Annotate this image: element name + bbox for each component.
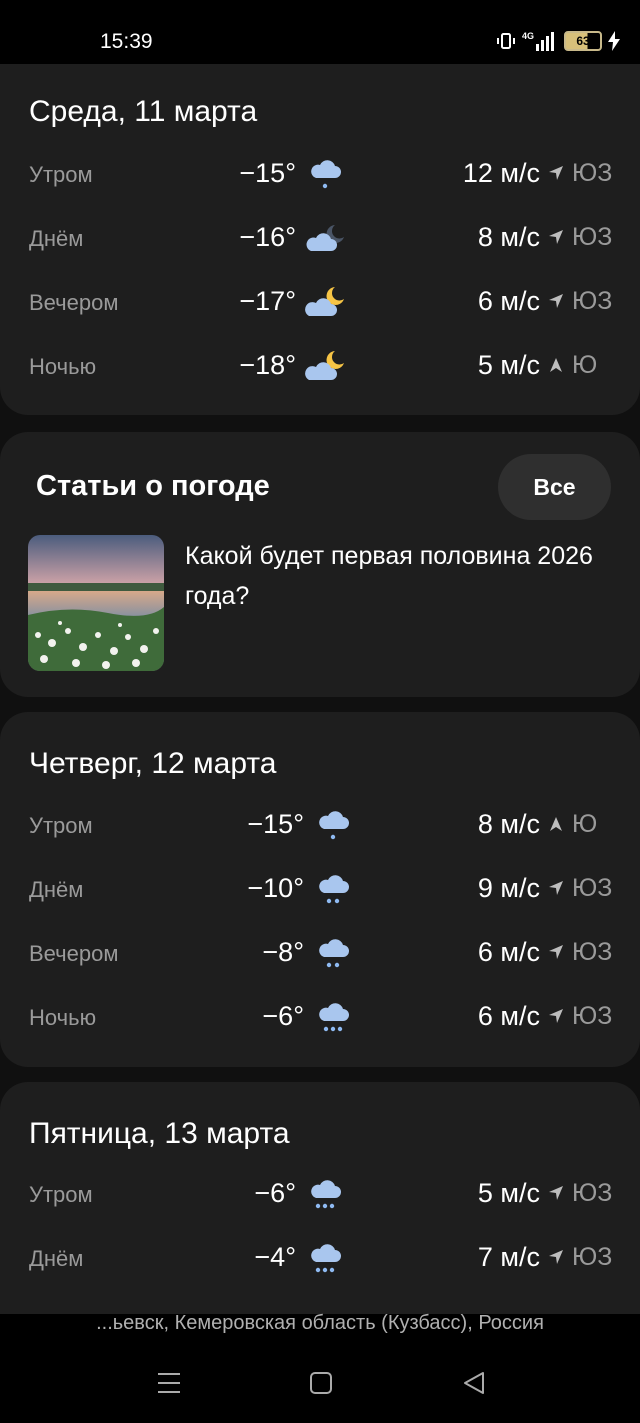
home-icon[interactable]: [308, 1370, 334, 1396]
forecast-row: Утром −15° 8 м/с Ю: [0, 806, 640, 846]
temperature: −6°: [254, 1178, 296, 1208]
wind-direction-sw-icon: [549, 1009, 563, 1023]
temperature: −18°: [239, 350, 296, 380]
wind-direction: ЮЗ: [572, 1243, 613, 1271]
wind-speed: 9 м/с: [477, 873, 540, 903]
temperature: −15°: [247, 809, 304, 839]
battery-icon: 63: [564, 31, 602, 51]
articles-card: Статьи о погоде Все Какой будет первая п…: [0, 432, 640, 697]
wind-direction-sw-icon: [549, 1186, 563, 1200]
status-bar: 15:39 4G 63: [0, 0, 640, 64]
wind-direction-s-icon: [550, 817, 562, 831]
wind-direction: ЮЗ: [572, 159, 613, 187]
menu-icon[interactable]: [156, 1370, 182, 1396]
cloud-snow-icon: [311, 1180, 341, 1209]
temperature: −6°: [262, 1001, 304, 1031]
day-part-label: Днём: [29, 877, 84, 902]
wind-direction-sw-icon: [549, 1250, 563, 1264]
articles-title: Статьи о погоде: [36, 470, 270, 502]
cloud-snow-icon: [319, 939, 349, 968]
vibrate-icon: [497, 33, 515, 49]
wind-direction-s-icon: [550, 358, 562, 372]
temperature: −17°: [239, 286, 296, 316]
forecast-row: Утром −6° 5 м/с ЮЗ: [0, 1175, 640, 1215]
day-part-label: Днём: [29, 1246, 84, 1271]
wind-direction-sw-icon: [549, 230, 563, 244]
wind-speed: 5 м/с: [477, 1178, 540, 1208]
wind-direction-sw-icon: [549, 945, 563, 959]
forecast-row: Ночью −18° 5 м/с Ю: [0, 347, 640, 387]
wind-direction: Ю: [572, 810, 598, 838]
back-icon[interactable]: [461, 1370, 487, 1396]
cloud-moon-icon: [305, 287, 344, 316]
day-title: Четверг, 12 марта: [29, 747, 277, 780]
day-part-label: Утром: [29, 1182, 93, 1207]
day-title: Среда, 11 марта: [29, 95, 258, 128]
day-part-label: Утром: [29, 813, 93, 838]
all-articles-button[interactable]: Все: [498, 454, 611, 520]
temperature: −8°: [262, 937, 304, 967]
wind-speed: 8 м/с: [477, 222, 540, 252]
cloud-snow-icon: [319, 875, 349, 904]
wind-direction-sw-icon: [549, 166, 563, 180]
forecast-row: Днём −10° 9 м/с ЮЗ: [0, 870, 640, 910]
day-card-friday: Пятница, 13 марта Утром −6° 5 м/с ЮЗ Днё…: [0, 1082, 640, 1314]
wind-speed: 5 м/с: [477, 350, 540, 380]
day-part-label: Днём: [29, 226, 84, 251]
temperature: −15°: [239, 158, 296, 188]
location-label: ...ьевск, Кемеровская область (Кузбасс),…: [96, 1312, 544, 1334]
forecast-scroll-area[interactable]: Среда, 11 марта Утром −15° 12 м/с ЮЗ Днё…: [0, 64, 640, 1314]
wind-direction: Ю: [572, 351, 598, 379]
wind-direction: ЮЗ: [572, 1179, 613, 1207]
day-part-label: Утром: [29, 162, 93, 187]
cloud-snow-icon: [319, 811, 349, 840]
cloud-snow-icon: [311, 160, 341, 189]
wind-speed: 7 м/с: [477, 1242, 540, 1272]
day-title: Пятница, 13 марта: [29, 1117, 290, 1150]
wind-speed: 6 м/с: [477, 1001, 540, 1031]
wind-speed: 6 м/с: [477, 286, 540, 316]
wind-direction: ЮЗ: [572, 223, 613, 251]
day-part-label: Ночью: [29, 354, 97, 379]
wind-direction-sw-icon: [549, 881, 563, 895]
day-card-thursday: Четверг, 12 марта Утром −15° 8 м/с Ю Днё…: [0, 712, 640, 1067]
day-part-label: Вечером: [29, 941, 119, 966]
temperature: −4°: [254, 1242, 296, 1272]
system-nav-bar: [0, 1350, 640, 1423]
temperature: −10°: [247, 873, 304, 903]
day-part-label: Вечером: [29, 290, 119, 315]
signal-4g-icon: 4G: [522, 31, 554, 51]
landscape-image: [28, 535, 164, 671]
wind-speed: 8 м/с: [477, 809, 540, 839]
wind-speed: 12 м/с: [462, 158, 540, 188]
wind-speed: 6 м/с: [477, 937, 540, 967]
forecast-row: Днём −4° 7 м/с ЮЗ: [0, 1239, 640, 1279]
temperature: −16°: [239, 222, 296, 252]
cloud-snow-icon: [319, 1003, 349, 1032]
status-icons: 4G 63: [496, 30, 620, 52]
forecast-row: Днём −16° 8 м/с ЮЗ: [0, 219, 640, 259]
wind-direction: ЮЗ: [572, 874, 613, 902]
wind-direction-sw-icon: [549, 294, 563, 308]
wind-direction: ЮЗ: [572, 1002, 613, 1030]
day-part-label: Ночью: [29, 1005, 97, 1030]
cloud-moon-icon: [305, 351, 344, 380]
svg-text:4G: 4G: [522, 31, 534, 41]
forecast-row: Утром −15° 12 м/с ЮЗ: [0, 155, 640, 195]
status-time: 15:39: [100, 30, 153, 53]
article-link[interactable]: Какой будет первая половина 2026 года?: [185, 536, 605, 616]
charging-icon: [608, 31, 620, 51]
wind-direction: ЮЗ: [572, 938, 613, 966]
wind-direction: ЮЗ: [572, 287, 613, 315]
article-thumbnail[interactable]: [28, 535, 164, 671]
forecast-row: Вечером −17° 6 м/с ЮЗ: [0, 283, 640, 323]
day-card-wednesday: Среда, 11 марта Утром −15° 12 м/с ЮЗ Днё…: [0, 64, 640, 415]
forecast-row: Ночью −6° 6 м/с ЮЗ: [0, 998, 640, 1038]
cloud-snow-icon: [311, 1244, 341, 1273]
forecast-row: Вечером −8° 6 м/с ЮЗ: [0, 934, 640, 974]
cloud-moon-icon: [306, 225, 344, 251]
